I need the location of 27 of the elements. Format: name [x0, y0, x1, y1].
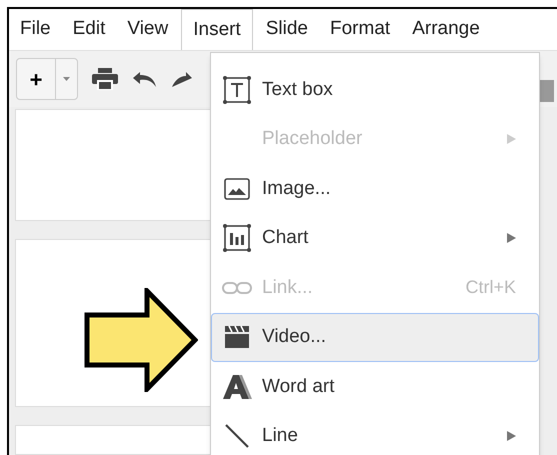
print-icon[interactable]: [92, 68, 118, 90]
menu-item[interactable]: Arrange: [403, 9, 489, 50]
new-slide-button[interactable]: +: [16, 58, 78, 100]
menu-option[interactable]: Image...: [211, 164, 539, 214]
line-icon: [224, 423, 250, 450]
chart-icon: [222, 223, 252, 254]
menu-option[interactable]: Text box: [211, 65, 539, 114]
menu-item[interactable]: Slide: [256, 9, 317, 50]
text-box-icon: [222, 74, 252, 105]
menu-option[interactable]: Video...: [211, 312, 539, 362]
shortcut-label: Ctrl+K: [465, 276, 516, 300]
menu-item[interactable]: View: [118, 9, 178, 50]
link-icon: [222, 280, 252, 295]
clapperboard-icon: [224, 325, 250, 350]
menu-option[interactable]: Chart: [211, 214, 539, 263]
plus-label: +: [28, 66, 44, 94]
menu-option[interactable]: Word art: [211, 362, 539, 412]
undo-icon[interactable]: [132, 70, 158, 88]
caret-icon: [63, 77, 70, 81]
image-icon: [224, 178, 250, 200]
menu-item[interactable]: Format: [321, 9, 400, 50]
menu-item[interactable]: Insert: [181, 9, 253, 50]
menu-option[interactable]: Line: [211, 412, 539, 455]
letter-a-icon: [222, 374, 252, 399]
menu-item[interactable]: File: [11, 9, 60, 50]
redo-icon[interactable]: [172, 70, 192, 88]
menu-item[interactable]: Edit: [64, 9, 114, 50]
